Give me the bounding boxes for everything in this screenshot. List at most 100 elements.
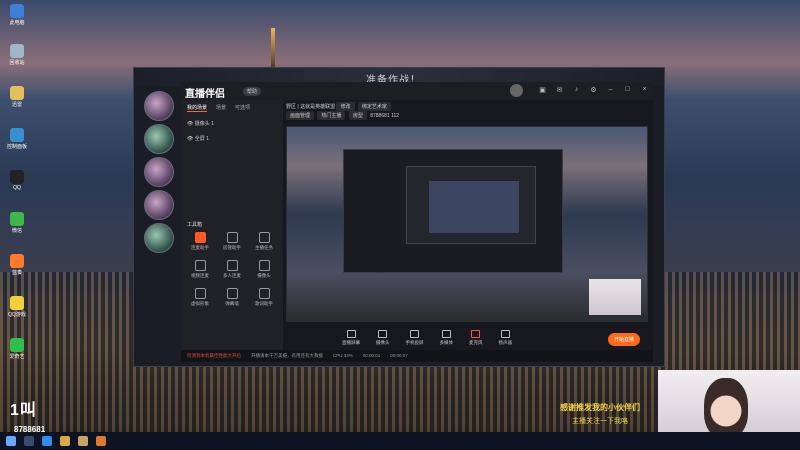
desktop-icon[interactable]: 迅雷 [6, 86, 28, 108]
start-icon[interactable] [6, 436, 16, 446]
tool-item[interactable]: 弹幕墙 [217, 288, 247, 307]
message-icon[interactable]: ✉ [555, 86, 564, 94]
room-logo: 1叫 [10, 402, 37, 419]
tool-icon [258, 288, 270, 299]
desktop-icon[interactable]: QQ [6, 170, 28, 191]
game-taskbar-icon[interactable] [78, 436, 88, 446]
maximize-icon[interactable]: □ [623, 86, 632, 94]
tab-scenes[interactable]: 场景 [216, 104, 226, 112]
desktop-icon[interactable]: 控制面板 [6, 128, 28, 150]
source-button[interactable]: 麦克风 [469, 330, 483, 346]
control-panel-icon [10, 128, 24, 142]
stream-timer: 00:00:01 [362, 353, 381, 358]
tab-my-scenes[interactable]: 我的场景 [187, 104, 208, 112]
desktop-icon[interactable]: 爱奇艺 [6, 338, 28, 360]
status-warning: 检测到本机最佳性能大开启 [187, 353, 241, 358]
folder-icon [10, 86, 24, 100]
champion-avatar[interactable] [144, 223, 174, 253]
edge-icon[interactable] [42, 436, 52, 446]
tool-icon [226, 232, 238, 243]
streamer-face [704, 378, 748, 438]
phone-icon [410, 330, 419, 338]
wechat-icon [10, 212, 24, 226]
gift-icon[interactable]: ▣ [538, 86, 547, 94]
recycle-bin-icon [10, 44, 24, 58]
close-icon[interactable]: × [640, 86, 649, 94]
tool-icon [226, 288, 238, 299]
preview-header: 野区 | 这就是英雄联盟 修改 绑定艺术家 画面管理 热门主播 房型 87886… [286, 102, 648, 124]
room-id: 8788681 [370, 113, 390, 119]
header-pill[interactable]: 热门主播 [317, 111, 346, 120]
app-logo: 直播伴侣 [185, 89, 225, 100]
scene-item[interactable]: 👁 摄像头 1 [181, 116, 283, 131]
avatar[interactable] [510, 84, 523, 97]
tool-icon [258, 232, 270, 243]
status-message: 开播请本千万美摄，有用还有大救援 [251, 353, 323, 358]
source-button[interactable]: 摄像头 [376, 330, 390, 346]
champion-avatar[interactable] [144, 157, 174, 187]
scene-item[interactable]: 👁 全屏 1 [181, 131, 283, 146]
source-button[interactable]: 多媒体 [440, 330, 453, 346]
tool-item[interactable]: 连麦助手 [185, 232, 215, 251]
recursive-preview [406, 166, 536, 244]
tool-item[interactable]: 视频连麦 [185, 260, 215, 279]
scene-panel: 我的场景 场景 可选项 👁 摄像头 1 👁 全屏 1 工具箱 连麦助手 房管助手… [181, 100, 283, 362]
desktop-icon[interactable]: 微信 [6, 212, 28, 234]
tool-item[interactable]: 主播任务 [249, 232, 279, 251]
folder-icon[interactable] [60, 436, 70, 446]
app-title-bar: 直播伴侣 帮助 ▣ ✉ ♪ ⚙ – □ × [181, 82, 653, 100]
speaker-icon [500, 330, 510, 338]
source-button[interactable]: 手机投屏 [406, 330, 424, 346]
desktop-icon[interactable]: 蓝奏 [6, 254, 28, 276]
stream-title: 野区 | 这就是英雄联盟 [286, 104, 336, 110]
streaming-app-taskbar-icon[interactable] [96, 436, 106, 446]
champion-avatar[interactable] [144, 190, 174, 220]
source-button[interactable]: 直播屏幕 [342, 330, 360, 346]
bell-icon[interactable]: ♪ [572, 86, 581, 94]
tool-icon [194, 260, 206, 271]
desktop-icon[interactable]: 此电脑 [6, 4, 28, 26]
tab-options[interactable]: 可选项 [235, 104, 250, 112]
start-stream-button[interactable]: 开始直播 [607, 333, 640, 346]
status-bar: 检测到本机最佳性能大开启 开播请本千万美摄，有用还有大救援 CPU 33% 00… [181, 350, 653, 362]
record-timer: 00:00:07 [390, 353, 408, 358]
tool-item[interactable]: 虚拟形象 [185, 288, 215, 307]
search-icon[interactable] [24, 436, 34, 446]
mic-icon [471, 330, 481, 338]
tool-item[interactable]: 歌词助手 [249, 288, 279, 307]
header-pill[interactable]: 绑定艺术家 [357, 102, 391, 111]
toolbox-title: 工具箱 [187, 222, 203, 228]
tool-icon [194, 232, 206, 243]
source-button[interactable]: 扬声器 [499, 330, 512, 346]
recursive-preview [429, 181, 519, 233]
camera-icon [378, 330, 388, 338]
tool-icon [258, 260, 270, 271]
tool-item[interactable]: 房管助手 [217, 232, 247, 251]
stream-preview[interactable] [286, 126, 648, 322]
team-list [138, 88, 180, 255]
app-icon [10, 254, 24, 268]
cpu-usage: CPU 33% [333, 353, 353, 358]
header-pill[interactable]: 画面管理 [286, 111, 315, 120]
viewer-count: 112 [391, 113, 400, 119]
help-badge[interactable]: 帮助 [243, 87, 262, 96]
champion-avatar[interactable] [144, 124, 174, 154]
desktop-icon[interactable]: 回收站 [6, 44, 28, 66]
computer-icon [10, 4, 24, 18]
game-icon [10, 296, 24, 310]
header-pill[interactable]: 房型 [348, 111, 367, 120]
champion-avatar[interactable] [144, 91, 174, 121]
tool-item[interactable]: 多人连麦 [217, 260, 247, 279]
header-pill[interactable]: 修改 [336, 102, 355, 111]
desktop-icon[interactable]: QQ游戏 [6, 296, 28, 318]
webcam-source[interactable] [589, 279, 641, 315]
iqiyi-icon [10, 338, 24, 352]
toolbox-grid: 连麦助手 房管助手 主播任务 视频连麦 多人连麦 摄像头 虚拟形象 弹幕墙 歌词… [185, 232, 279, 307]
source-bar: 直播屏幕 摄像头 手机投屏 多媒体 麦克风 扬声器 开始直播 [286, 326, 648, 350]
minimize-icon[interactable]: – [606, 86, 615, 94]
tool-icon [226, 260, 238, 271]
tool-item[interactable]: 摄像头 [249, 260, 279, 279]
eiffel-tower-icon [271, 28, 275, 68]
recursive-preview [343, 149, 563, 273]
settings-icon[interactable]: ⚙ [589, 86, 598, 94]
